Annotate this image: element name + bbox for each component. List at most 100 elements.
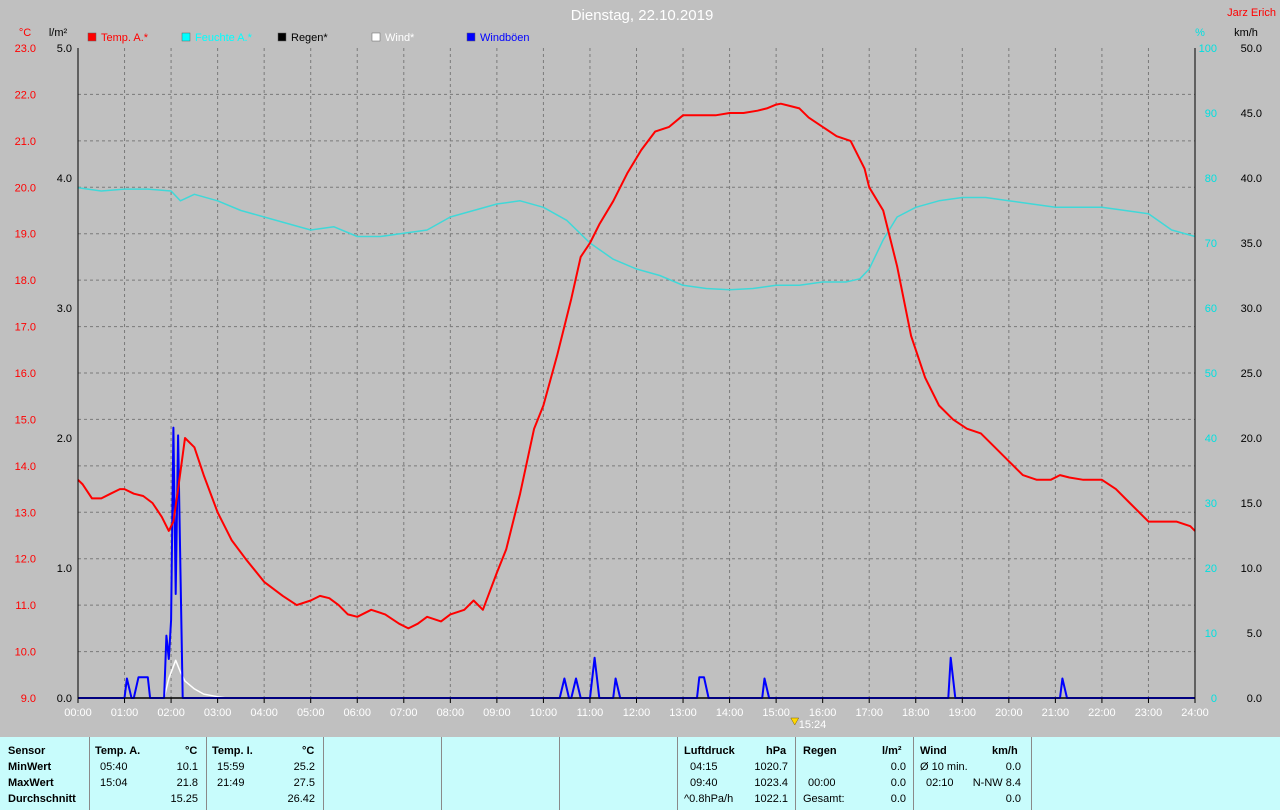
wind-avg-value: 0.0 bbox=[1005, 761, 1021, 773]
now-marker-label: 15:24 bbox=[799, 719, 827, 731]
y-tick-label-rain: 2.0 bbox=[57, 433, 72, 445]
y-tick-label-temp: 22.0 bbox=[15, 89, 36, 101]
sensor-header: Sensor bbox=[8, 745, 46, 757]
luftdruck-header: Luftdruck bbox=[684, 745, 735, 757]
temp-a-max-value: 21.8 bbox=[176, 777, 198, 789]
temp-a-average: 15.25 bbox=[170, 793, 198, 805]
regen-row1-value: 0.0 bbox=[890, 761, 906, 773]
y-tick-label-humidity: 0 bbox=[1211, 693, 1217, 705]
y-tick-label-temp: 12.0 bbox=[15, 554, 36, 566]
luftdruck-row1-time: 04:15 bbox=[690, 761, 718, 773]
x-tick-label: 10:00 bbox=[530, 707, 558, 719]
x-tick-label: 05:00 bbox=[297, 707, 325, 719]
y-tick-label-temp: 19.0 bbox=[15, 229, 36, 241]
x-tick-label: 20:00 bbox=[995, 707, 1023, 719]
temp-a-max-time: 15:04 bbox=[100, 777, 128, 789]
unit-temp: °C bbox=[19, 27, 31, 39]
x-tick-label: 22:00 bbox=[1088, 707, 1116, 719]
legend-label: Windböen bbox=[480, 32, 530, 44]
luftdruck-row2-value: 1023.4 bbox=[754, 777, 788, 789]
x-tick-label: 21:00 bbox=[1042, 707, 1070, 719]
legend-swatch bbox=[181, 32, 191, 42]
y-tick-label-temp: 9.0 bbox=[21, 693, 36, 705]
y-tick-label-rain: 3.0 bbox=[57, 303, 72, 315]
regen-header: Regen bbox=[803, 745, 837, 757]
legend-swatch bbox=[466, 32, 476, 42]
x-tick-label: 23:00 bbox=[1135, 707, 1163, 719]
y-tick-label-wind: 35.0 bbox=[1241, 238, 1262, 250]
y-tick-label-humidity: 90 bbox=[1205, 108, 1217, 120]
luftdruck-row3-value: 1022.1 bbox=[754, 793, 788, 805]
y-tick-label-wind: 10.0 bbox=[1241, 563, 1262, 575]
wind-header: Wind bbox=[920, 745, 947, 757]
y-tick-label-humidity: 30 bbox=[1205, 498, 1217, 510]
legend-label: Regen* bbox=[291, 32, 328, 44]
y-tick-label-temp: 18.0 bbox=[15, 275, 36, 287]
y-tick-label-humidity: 100 bbox=[1199, 43, 1217, 55]
x-tick-label: 17:00 bbox=[855, 707, 883, 719]
y-tick-label-temp: 16.0 bbox=[15, 368, 36, 380]
y-tick-label-humidity: 10 bbox=[1205, 628, 1217, 640]
legend-label: Temp. A.* bbox=[101, 32, 149, 44]
weather-chart: 00:00 01:00 02:00 03:00 04:00 05:00 06:00 07:00… bbox=[15, 7, 1276, 731]
y-tick-label-rain: 4.0 bbox=[57, 173, 72, 185]
stats-col-temp-i: Temp. I. °C 15:59 25.2 21:49 27.5 26.42 bbox=[207, 737, 324, 810]
y-tick-label-temp: 13.0 bbox=[15, 507, 36, 519]
stats-col-luftdruck: Luftdruck hPa 04:15 1020.7 09:40 1023.4 … bbox=[678, 737, 796, 810]
stats-panel: Sensor MinWert MaxWert Durchschnitt Temp… bbox=[0, 737, 1280, 810]
y-tick-label-wind: 0.0 bbox=[1247, 693, 1262, 705]
y-tick-label-humidity: 40 bbox=[1205, 433, 1217, 445]
y-tick-label-temp: 17.0 bbox=[15, 322, 36, 334]
chart-title: Dienstag, 22.10.2019 bbox=[571, 7, 714, 24]
wind-avg-label: Ø 10 min. bbox=[920, 761, 968, 773]
y-tick-label-wind: 5.0 bbox=[1247, 628, 1262, 640]
row-label-max: MaxWert bbox=[8, 777, 54, 789]
temp-i-min-value: 25.2 bbox=[293, 761, 315, 773]
wind-row3-value: 0.0 bbox=[1005, 793, 1021, 805]
temp-a-min-value: 10.1 bbox=[176, 761, 198, 773]
regen-row2-time: 00:00 bbox=[808, 777, 836, 789]
temp-i-min-time: 15:59 bbox=[217, 761, 245, 773]
regen-total-label: Gesamt: bbox=[803, 793, 845, 805]
luftdruck-row1-value: 1020.7 bbox=[754, 761, 788, 773]
temp-i-average: 26.42 bbox=[287, 793, 315, 805]
y-tick-label-humidity: 70 bbox=[1205, 238, 1217, 250]
x-tick-label: 02:00 bbox=[157, 707, 185, 719]
y-tick-label-wind: 25.0 bbox=[1241, 368, 1262, 380]
y-tick-label-rain: 0.0 bbox=[57, 693, 72, 705]
x-tick-label: 15:00 bbox=[762, 707, 790, 719]
x-tick-label: 06:00 bbox=[343, 707, 371, 719]
stats-col-wind: Wind km/h Ø 10 min. 0.0 02:10 N-NW 8.4 0… bbox=[914, 737, 1032, 810]
x-tick-label: 19:00 bbox=[949, 707, 977, 719]
row-label-min: MinWert bbox=[8, 761, 52, 773]
legend-label: Wind* bbox=[385, 32, 415, 44]
y-tick-label-temp: 20.0 bbox=[15, 182, 36, 194]
temp-i-unit: °C bbox=[302, 745, 315, 757]
x-tick-label: 18:00 bbox=[902, 707, 930, 719]
x-tick-label: 11:00 bbox=[577, 707, 604, 719]
x-tick-label: 04:00 bbox=[250, 707, 278, 719]
wind-max-time: 02:10 bbox=[926, 777, 954, 789]
stats-col-sensor: Sensor MinWert MaxWert Durchschnitt bbox=[0, 737, 90, 810]
x-tick-label: 03:00 bbox=[204, 707, 232, 719]
y-tick-label-wind: 50.0 bbox=[1241, 43, 1262, 55]
stats-col-empty-2 bbox=[442, 737, 560, 810]
row-label-avg: Durchschnitt bbox=[8, 793, 76, 805]
temp-a-header: Temp. A. bbox=[95, 745, 141, 757]
temp-i-max-time: 21:49 bbox=[217, 777, 245, 789]
x-tick-label: 24:00 bbox=[1181, 707, 1209, 719]
stats-col-empty-1 bbox=[324, 737, 442, 810]
y-tick-label-wind: 40.0 bbox=[1241, 173, 1262, 185]
y-tick-label-temp: 23.0 bbox=[15, 43, 36, 55]
regen-total-value: 0.0 bbox=[890, 793, 906, 805]
regen-row2-value: 0.0 bbox=[890, 777, 906, 789]
unit-rain: l/m² bbox=[49, 27, 68, 39]
temp-i-max-value: 27.5 bbox=[293, 777, 315, 789]
y-tick-label-humidity: 80 bbox=[1205, 173, 1217, 185]
wind-max-value: N-NW 8.4 bbox=[972, 777, 1021, 789]
x-tick-label: 13:00 bbox=[669, 707, 697, 719]
stats-col-temp-a: Temp. A. °C 05:40 10.1 15:04 21.8 15.25 bbox=[90, 737, 207, 810]
legend-swatch bbox=[277, 32, 287, 42]
x-tick-label: 14:00 bbox=[716, 707, 744, 719]
legend: Temp. A.* Feuchte A.* Regen* Wind* Windböen bbox=[87, 32, 530, 44]
